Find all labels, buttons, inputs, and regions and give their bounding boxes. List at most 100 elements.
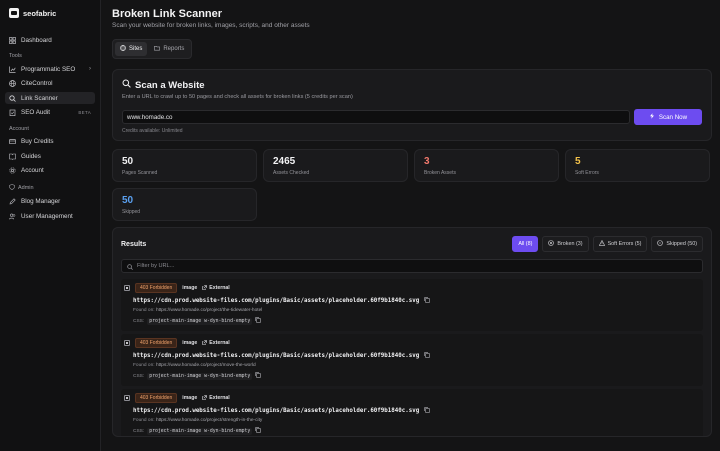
sidebar-item-buy-credits[interactable]: Buy Credits [5,136,95,148]
sidebar-item-citecontrol[interactable]: CiteControl [5,78,95,90]
warning-icon [598,239,605,248]
filter-broken[interactable]: Broken (3) [542,236,589,252]
result-item: 403 Forbidden image External https://cdn… [121,279,703,331]
stat-value: 3 [424,156,430,167]
minus-circle-icon [657,240,664,248]
stat-soft-errors: 5 Soft Errors [565,149,710,182]
asset-url[interactable]: https://cdn.prod.website-files.com/plugi… [133,298,419,304]
filter-all[interactable]: All (8) [512,236,539,252]
results-card: Results All (8) Broken (3) Soft Errors (… [112,227,712,437]
globe-icon [120,45,126,53]
sidebar-item-link-scanner[interactable]: Link Scanner [5,92,95,104]
external-label: External [209,395,230,401]
asset-url[interactable]: https://cdn.prod.website-files.com/plugi… [133,353,419,359]
found-on-row: Found on: https://www.homade.co/project/… [133,308,700,313]
asset-type: image [182,285,198,291]
brand-name: seofabric [23,8,57,18]
image-icon [124,340,130,346]
css-row: CSS: project-main-image w-dyn-bind-empty [133,317,700,325]
chip-label: Skipped (50) [666,241,697,247]
section-label-tools: Tools [9,53,22,59]
stat-label: Skipped [122,209,141,215]
page-subtitle: Scan your website for broken links, imag… [112,22,310,29]
found-on-url[interactable]: https://www.homade.co/project/strength-i… [156,418,262,423]
css-selector: project-main-image w-dyn-bind-empty [147,372,253,380]
scan-title-text: Scan a Website [135,79,205,91]
result-item: 403 Forbidden image External https://cdn… [121,389,703,436]
beta-badge: BETA [78,110,91,115]
image-icon [124,395,130,401]
copy-icon[interactable] [424,407,430,415]
scan-now-button[interactable]: Scan Now [634,109,702,125]
sidebar-item-user-management[interactable]: User Management [5,210,95,222]
stat-pages-scanned: 50 Pages Scanned [112,149,257,182]
sidebar-item-seo-audit[interactable]: SEO Audit BETA [5,107,95,119]
sidebar-item-label: Programmatic SEO [21,65,76,73]
tab-sites[interactable]: Sites [115,42,148,56]
copy-icon[interactable] [255,427,261,435]
copy-icon[interactable] [424,352,430,360]
sidebar-item-programmatic-seo[interactable]: Programmatic SEO › [5,63,95,75]
results-title: Results [121,240,147,248]
css-label: CSS: [133,428,145,434]
chip-label: Soft Errors (5) [607,241,642,247]
sidebar-item-label: Guides [21,152,41,160]
results-header: Results All (8) Broken (3) Soft Errors (… [121,236,703,252]
search-icon [127,257,133,275]
css-row: CSS: project-main-image w-dyn-bind-empty [133,372,700,380]
asset-url-row: https://cdn.prod.website-files.com/plugi… [133,297,700,305]
copy-icon[interactable] [255,317,261,325]
brand-logo-icon [9,8,19,18]
pen-icon [9,198,16,205]
sidebar-item-guides[interactable]: Guides [5,150,95,162]
sidebar-item-dashboard[interactable]: Dashboard [5,34,95,46]
image-icon [124,285,130,291]
stats-grid: 50 Pages Scanned 2465 Assets Checked 3 B… [112,149,712,221]
sidebar-item-label: Link Scanner [21,94,58,102]
users-icon [9,213,16,220]
sparkle-icon [649,113,655,121]
filter-skipped[interactable]: Skipped (50) [651,236,703,252]
found-on-url[interactable]: https://www.homade.co/project/the-tidewa… [156,308,262,313]
asset-url-row: https://cdn.prod.website-files.com/plugi… [133,352,700,360]
stat-label: Broken Assets [424,170,456,176]
scan-row: Scan Now [122,109,702,125]
gear-icon [9,167,16,174]
stat-value: 50 [122,195,134,206]
filter-url-input[interactable] [137,263,697,269]
stat-skipped: 50 Skipped [112,188,257,221]
page-title: Broken Link Scanner [112,8,223,20]
tab-label: Sites [129,46,143,52]
scan-card: Scan a Website Enter a URL to crawl up t… [112,69,712,141]
chevron-right-icon: › [89,66,91,72]
copy-icon[interactable] [255,372,261,380]
url-input[interactable] [122,110,630,124]
filter-field [121,259,703,273]
sidebar: seofabric Dashboard Tools Programmatic S… [0,0,101,451]
external-label: External [209,340,230,346]
tab-bar: Sites Reports [112,39,193,59]
stat-label: Soft Errors [575,170,599,176]
stat-value: 5 [575,156,581,167]
found-on-label: Found on: [133,418,155,423]
filter-soft-errors[interactable]: Soft Errors (5) [592,236,648,252]
css-selector: project-main-image w-dyn-bind-empty [147,317,253,325]
brand[interactable]: seofabric [5,6,95,20]
sidebar-item-blog-manager[interactable]: Blog Manager [5,196,95,208]
sidebar-item-label: Dashboard [21,36,52,44]
chart-icon [9,66,16,73]
admin-label-text: Admin [18,184,34,191]
tab-reports[interactable]: Reports [149,42,189,56]
sidebar-item-account[interactable]: Account [5,165,95,177]
scan-description: Enter a URL to crawl up to 50 pages and … [122,94,353,100]
card-icon [9,138,16,145]
external-tag: External [202,339,230,347]
copy-icon[interactable] [424,297,430,305]
asset-url[interactable]: https://cdn.prod.website-files.com/plugi… [133,408,419,414]
found-on-label: Found on: [133,363,155,368]
found-on-url[interactable]: https://www.homade.co/project/move-the-w… [156,363,256,368]
app-root: seofabric Dashboard Tools Programmatic S… [0,0,720,451]
css-label: CSS: [133,373,145,379]
section-label-admin: Admin [5,183,95,192]
shield-icon [9,183,15,192]
